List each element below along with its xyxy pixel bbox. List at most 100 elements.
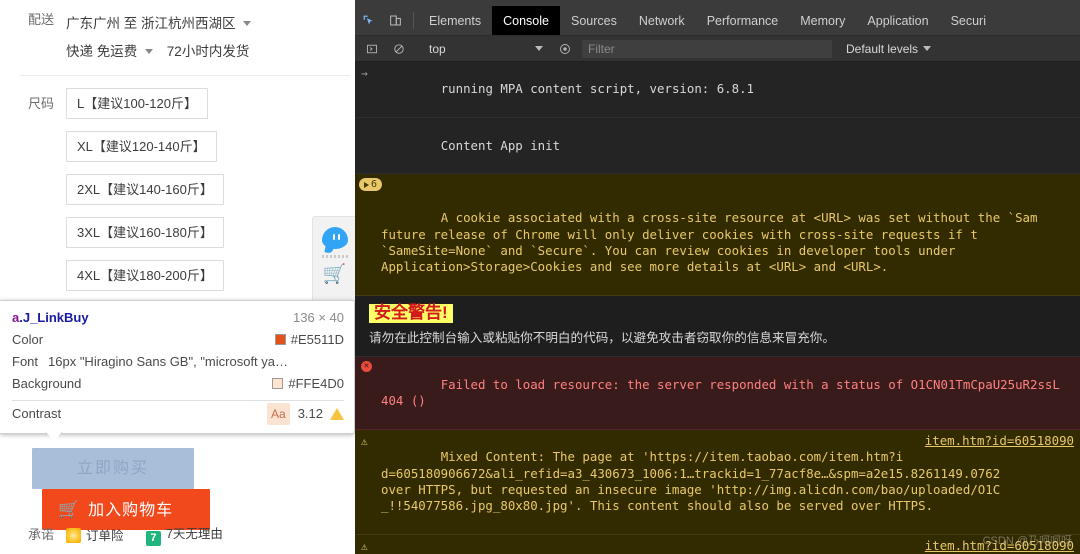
tab-memory[interactable]: Memory [789, 6, 856, 35]
promise-label: 承诺 [0, 523, 66, 545]
warning-group-count: 6 [371, 178, 377, 191]
console-filter-bar: top Default levels [355, 36, 1080, 62]
tab-elements[interactable]: Elements [418, 6, 492, 35]
tab-security[interactable]: Securi [940, 6, 997, 35]
console-message-text: running MPA content script, version: 6.8… [441, 81, 754, 96]
console-message-list[interactable]: → running MPA content script, version: 6.… [355, 62, 1080, 554]
console-message-run-script[interactable]: → running MPA content script, version: 6.… [355, 62, 1080, 118]
shipping-separator: 至 [124, 16, 138, 31]
product-detail-panel: 配送 广东广州 至 浙江杭州西湖区 快递 免运费 72小时内发货 尺码 L【建议… [0, 0, 355, 554]
tab-performance[interactable]: Performance [696, 6, 790, 35]
promise-row: 承诺 订单险 7 7天无理由 [0, 523, 355, 546]
inspector-background-value: #FFE4D0 [288, 376, 344, 391]
size-options: L【建议100-120斤】 XL【建议120-140斤】 2XL【建议140-1… [66, 88, 340, 303]
inspector-color-value-wrap: #E5511D [275, 329, 344, 351]
console-message-failed-resource[interactable]: ✕ Failed to load resource: the server res… [355, 357, 1080, 430]
console-filter-input[interactable] [582, 40, 832, 58]
inspector-dimensions: 136 × 40 [293, 307, 344, 329]
execution-context-select[interactable]: top [421, 42, 551, 56]
divider [20, 75, 350, 76]
chevron-down-icon [923, 46, 931, 51]
inspector-background-value-wrap: #FFE4D0 [272, 373, 344, 395]
console-source-link[interactable]: item.htm?id=60518090 [925, 538, 1074, 554]
tooltip-pointer [46, 432, 62, 441]
inspector-color-key: Color [12, 329, 43, 351]
tab-application[interactable]: Application [856, 6, 939, 35]
add-to-cart-label: 加入购物车 [88, 502, 173, 519]
buy-now-button[interactable]: 立即购买 [32, 448, 194, 489]
console-message-mixed-content-2[interactable]: ⚠item.htm?id=60518090Mixed Content: The … [355, 535, 1080, 554]
promise-seven-day-return[interactable]: 7 7天无理由 [146, 523, 223, 546]
inspector-background-key: Background [12, 373, 81, 395]
size-label: 尺码 [0, 88, 66, 114]
shipping-dispatch: 72小时内发货 [167, 44, 250, 59]
console-source-link[interactable]: item.htm?id=60518090 [925, 433, 1074, 449]
expand-arrow-icon [364, 182, 369, 188]
size-option-3xl[interactable]: 3XL【建议160-180斤】 [66, 217, 224, 248]
tab-sources[interactable]: Sources [560, 6, 628, 35]
shipping-method-line: 快递 免运费 72小时内发货 [66, 38, 340, 66]
promise-seven-day-label: 7天无理由 [166, 527, 223, 541]
shipping-body: 广东广州 至 浙江杭州西湖区 快递 免运费 72小时内发货 [66, 10, 340, 66]
purchase-actions: 立即购买 🛒 加入购物车 [32, 448, 355, 530]
size-option-4xl[interactable]: 4XL【建议180-200斤】 [66, 260, 224, 291]
chevron-down-icon[interactable] [145, 49, 153, 54]
console-message-cookie-samesite[interactable]: 6 A cookie associated with a cross-site … [355, 174, 1080, 296]
promise-order-insurance-label: 订单险 [86, 529, 124, 543]
shipping-method[interactable]: 快递 免运费 [66, 44, 137, 59]
divider [413, 12, 414, 29]
execution-context-value: top [429, 42, 446, 56]
background-swatch [272, 378, 283, 389]
log-levels-select[interactable]: Default levels [846, 42, 931, 56]
inspector-font-row: Font 16px "Hiragino Sans GB", "microsoft… [12, 351, 344, 373]
chevron-down-icon [535, 46, 543, 51]
seven-day-return-icon: 7 [146, 531, 161, 546]
warning-triangle-icon: ⚠ [361, 434, 368, 450]
warning-triangle-icon [330, 408, 344, 420]
execute-sidebar-icon[interactable] [358, 43, 385, 55]
size-option-xl[interactable]: XL【建议120-140斤】 [66, 131, 217, 162]
console-message-content-app-init[interactable]: Content App init [355, 118, 1080, 174]
console-message-mixed-content-1[interactable]: ⚠ item.htm?id=60518090Mixed Content: The … [355, 430, 1080, 535]
console-message-text: Mixed Content: The page at 'https://item… [381, 449, 1000, 513]
shipping-to: 浙江杭州西湖区 [141, 16, 236, 31]
shipping-route[interactable]: 广东广州 至 浙江杭州西湖区 [66, 10, 340, 38]
tab-network[interactable]: Network [628, 6, 696, 35]
live-expression-icon[interactable] [551, 43, 578, 55]
device-toolbar-icon[interactable] [382, 6, 409, 35]
size-option-2xl[interactable]: 2XL【建议140-160斤】 [66, 174, 224, 205]
order-insurance-icon [66, 528, 81, 543]
promise-order-insurance[interactable]: 订单险 [66, 525, 124, 544]
console-message-text: Failed to load resource: the server resp… [381, 377, 1060, 408]
inspector-font-key: Font [12, 351, 38, 373]
security-warning-title: 安全警告! [369, 304, 453, 322]
inspector-color-value: #E5511D [291, 332, 344, 347]
divider [12, 400, 344, 401]
error-icon: ✕ [361, 361, 372, 372]
inspector-selector: a.J_LinkBuy [12, 307, 89, 329]
log-levels-value: Default levels [846, 42, 918, 56]
warning-group-badge[interactable]: 6 [359, 178, 382, 191]
inspector-contrast-row: Contrast Aa3.12 [12, 403, 344, 425]
size-row: 尺码 L【建议100-120斤】 XL【建议120-140斤】 2XL【建议14… [0, 88, 340, 303]
devtools-panel: Elements Console Sources Network Perform… [355, 0, 1080, 554]
inspector-background-row: Background #FFE4D0 [12, 373, 344, 395]
shipping-label: 配送 [0, 10, 66, 30]
contrast-sample-text: Aa [267, 403, 290, 425]
clear-console-icon[interactable] [385, 43, 412, 55]
inspect-element-icon[interactable] [355, 6, 382, 35]
inspector-contrast-ratio: 3.12 [298, 406, 323, 421]
wangwang-chat-icon[interactable] [313, 227, 355, 249]
widget-label-placeholder [322, 255, 348, 258]
promise-items: 订单险 7 7天无理由 [66, 523, 355, 546]
shopping-cart-icon: 🛒 [58, 500, 80, 519]
size-option-l[interactable]: L【建议100-120斤】 [66, 88, 208, 119]
console-message-text: A cookie associated with a cross-site re… [381, 210, 1037, 274]
devtools-tabbar: Elements Console Sources Network Perform… [355, 6, 1080, 36]
inspector-selector-class: .J_LinkBuy [19, 310, 88, 325]
cart-icon[interactable]: 🛒 [313, 263, 355, 287]
tab-console[interactable]: Console [492, 6, 560, 35]
inspector-selector-row: a.J_LinkBuy 136 × 40 [12, 307, 344, 329]
chevron-down-icon[interactable] [243, 21, 251, 26]
arrow-right-icon: → [361, 66, 368, 82]
